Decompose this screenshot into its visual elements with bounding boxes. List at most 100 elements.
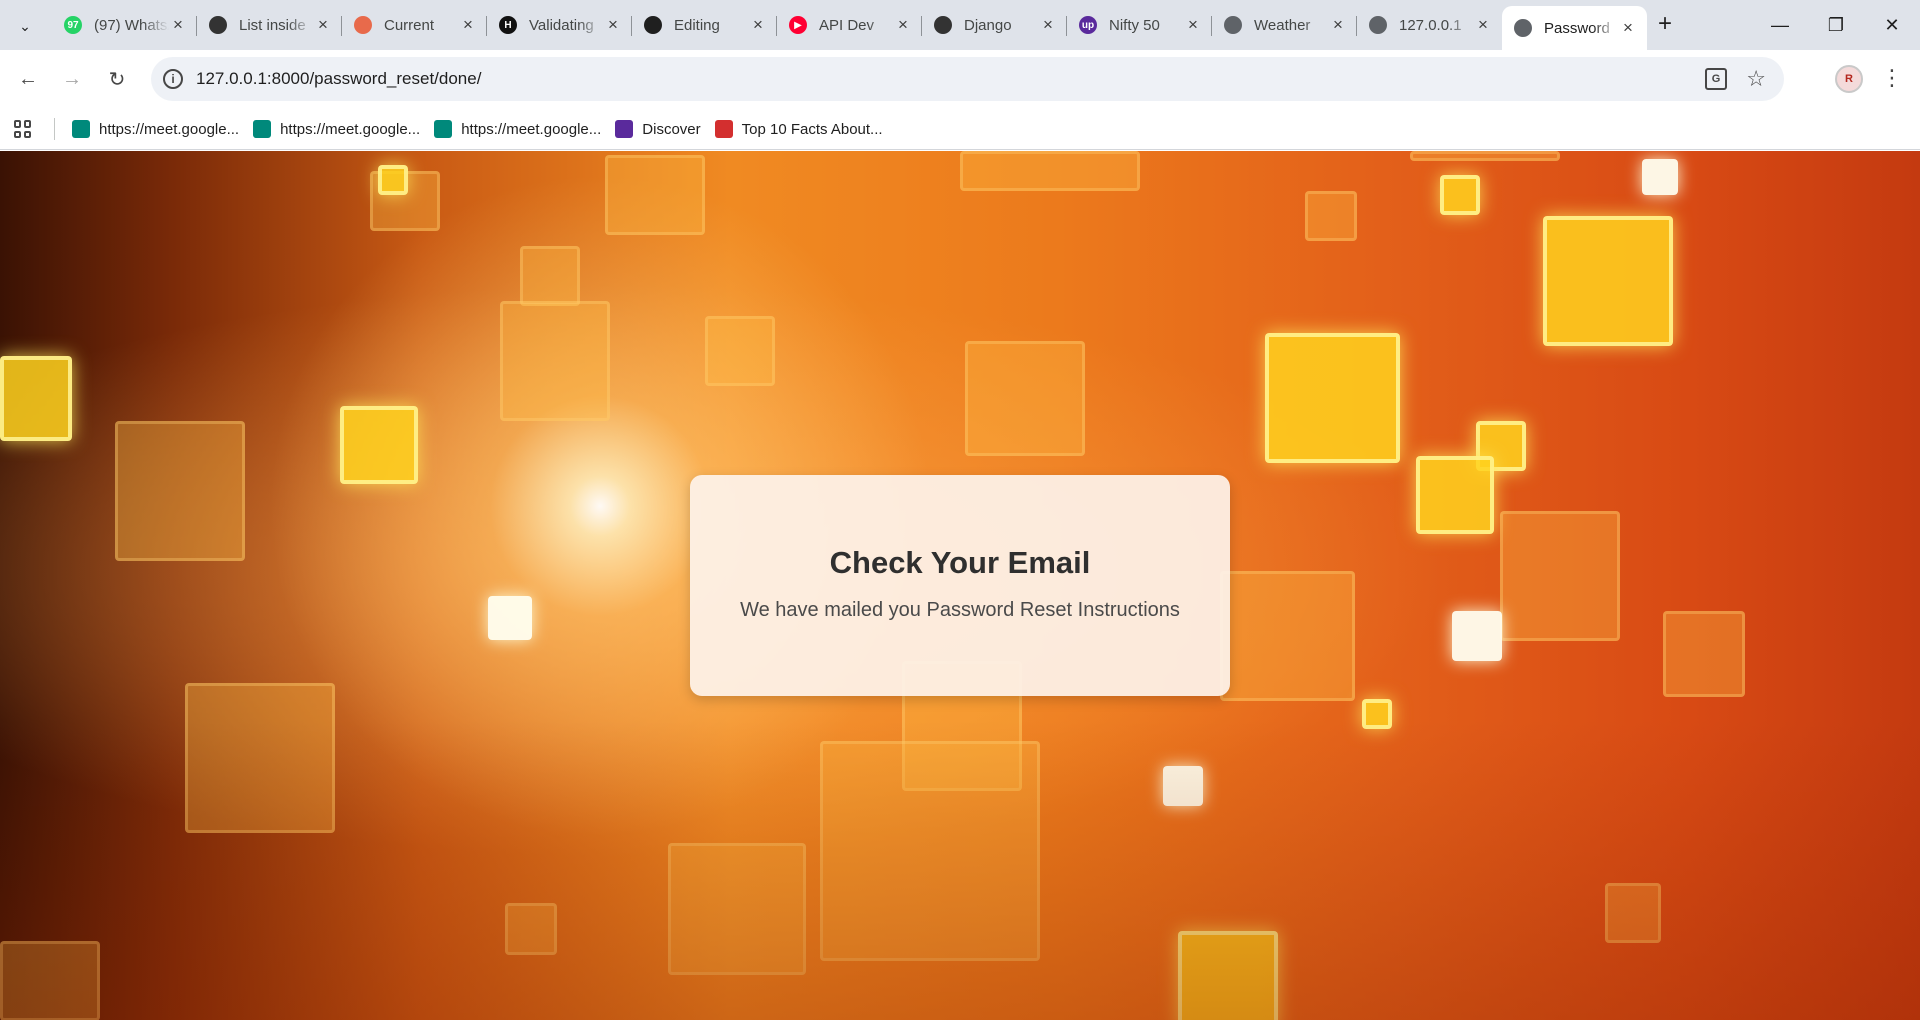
page-title: Check Your Email [829,545,1091,580]
bookmark-label: Top 10 Facts About... [741,120,883,138]
confirmation-message: We have mailed you Password Reset Instru… [740,599,1180,621]
bookmark-item[interactable]: https://meet.google... [434,120,601,138]
google-meet-icon [253,120,272,138]
more-vert-icon: ⋮ [1881,65,1903,90]
decor-square [488,596,532,640]
bookmark-label: Discover [642,120,701,138]
email-sent-card: Check Your Email We have mailed you Pass… [690,475,1230,696]
close-window-button[interactable]: ✕ [1864,6,1920,44]
bookmark-item[interactable]: https://meet.google... [72,120,239,138]
close-tab-icon[interactable]: × [1619,18,1637,38]
decor-square [0,356,72,441]
tab-title: (97) WhatsApp [94,16,169,34]
browser-tab[interactable]: Django × [921,6,1067,44]
tab-title: Editing [674,16,720,34]
url-text[interactable]: 127.0.0.1:8000/password_reset/done/ [196,69,481,89]
decor-square [1642,159,1678,195]
site-info-icon[interactable]: i [163,69,183,89]
arrow-left-icon: ← [18,67,38,90]
browser-menu-button[interactable]: ⋮ [1880,63,1904,95]
back-button[interactable]: ← [12,63,44,95]
browser-tab[interactable]: 97 (97) WhatsApp× [52,6,197,44]
decor-square [605,155,705,235]
browser-tab[interactable]: up Nifty 50 × [1066,6,1212,44]
close-tab-icon[interactable]: × [604,15,622,35]
minimize-icon: — [1771,14,1789,35]
toolbar: ← → ↻ i 127.0.0.1:8000/password_reset/do… [0,50,1920,108]
tab-title: Weather [1254,16,1311,34]
decor-square [1163,766,1203,806]
decor-square [378,165,408,195]
decor-square [115,421,245,561]
decor-square [1452,611,1502,661]
close-tab-icon[interactable]: × [1474,15,1492,35]
minimize-button[interactable]: — [1752,6,1808,44]
close-icon: ✕ [1884,14,1900,35]
flag-icon [714,120,733,138]
close-tab-icon[interactable]: × [749,15,767,35]
tab-title: Django [964,16,1012,34]
reload-icon: ↻ [108,68,126,91]
new-tab-button[interactable]: + [1651,11,1679,39]
close-tab-icon[interactable]: × [1184,15,1202,35]
close-tab-icon[interactable]: × [169,15,187,35]
browser-tab[interactable]: 127.0.0.1 × [1356,6,1502,44]
browser-tab[interactable]: Editing × [631,6,777,44]
tab-title: API Dev [819,16,875,34]
tab-title: Nifty 50 [1109,16,1160,34]
decor-square [1265,333,1400,463]
hashnode-icon: H [499,16,517,34]
decor-square [1500,511,1620,641]
tab-title: List inside [239,16,306,34]
plus-icon: + [1657,10,1672,37]
bookmarks-divider [54,118,55,140]
decor-square [1220,571,1355,701]
profile-avatar[interactable]: R [1835,65,1863,93]
decor-square [1410,151,1560,161]
decor-square [668,843,806,975]
restore-button[interactable]: ❐ [1808,6,1864,44]
globe-icon [1514,19,1532,37]
decor-square [1362,699,1392,729]
translate-icon[interactable]: G [1705,68,1727,90]
whatsapp-icon: 97 [64,16,82,34]
close-tab-icon[interactable]: × [894,15,912,35]
bookmark-item[interactable]: Discover [615,120,701,138]
tab-title: Current [384,16,435,34]
decor-square [965,341,1085,456]
decor-square [1305,191,1357,241]
close-tab-icon[interactable]: × [1329,15,1347,35]
decor-square [185,683,335,833]
decor-square [500,301,610,421]
chevron-down-icon: ⌄ [19,17,31,34]
tab-search-button[interactable]: ⌄ [9,12,41,40]
decor-square [705,316,775,386]
upstox-icon: up [1079,16,1097,34]
close-tab-icon[interactable]: × [1039,15,1057,35]
decor-square [1663,611,1745,697]
close-tab-icon[interactable]: × [459,15,477,35]
reload-button[interactable]: ↻ [101,63,133,95]
google-meet-icon [72,120,90,138]
browser-tab[interactable]: Password × [1502,6,1647,50]
window-controls: — ❐ ✕ [1752,6,1920,44]
browser-tab[interactable]: List inside × [196,6,342,44]
bookmark-star-icon[interactable]: ☆ [1746,66,1766,92]
forward-button[interactable]: → [56,63,88,95]
bookmark-item[interactable]: Top 10 Facts About... [714,120,883,138]
address-bar[interactable]: i 127.0.0.1:8000/password_reset/done/ G … [151,57,1784,101]
restore-icon: ❐ [1827,14,1845,35]
tab-strip: ⌄ 97(97) WhatsApp×List inside×Current×HV… [0,0,1920,50]
browser-tab[interactable]: ▶ API Dev × [776,6,922,44]
arrow-right-icon: → [62,67,82,90]
apps-grid-icon[interactable] [14,120,32,138]
github-icon [644,16,662,34]
bookmark-label: https://meet.google... [99,120,240,138]
decor-square [1605,883,1661,943]
close-tab-icon[interactable]: × [314,15,332,35]
browser-tab[interactable]: H Validating × [486,6,632,44]
browser-tab[interactable]: Weather × [1211,6,1357,44]
browser-tab[interactable]: Current × [341,6,487,44]
chatgpt-icon [209,16,227,34]
bookmark-item[interactable]: https://meet.google... [253,120,420,138]
